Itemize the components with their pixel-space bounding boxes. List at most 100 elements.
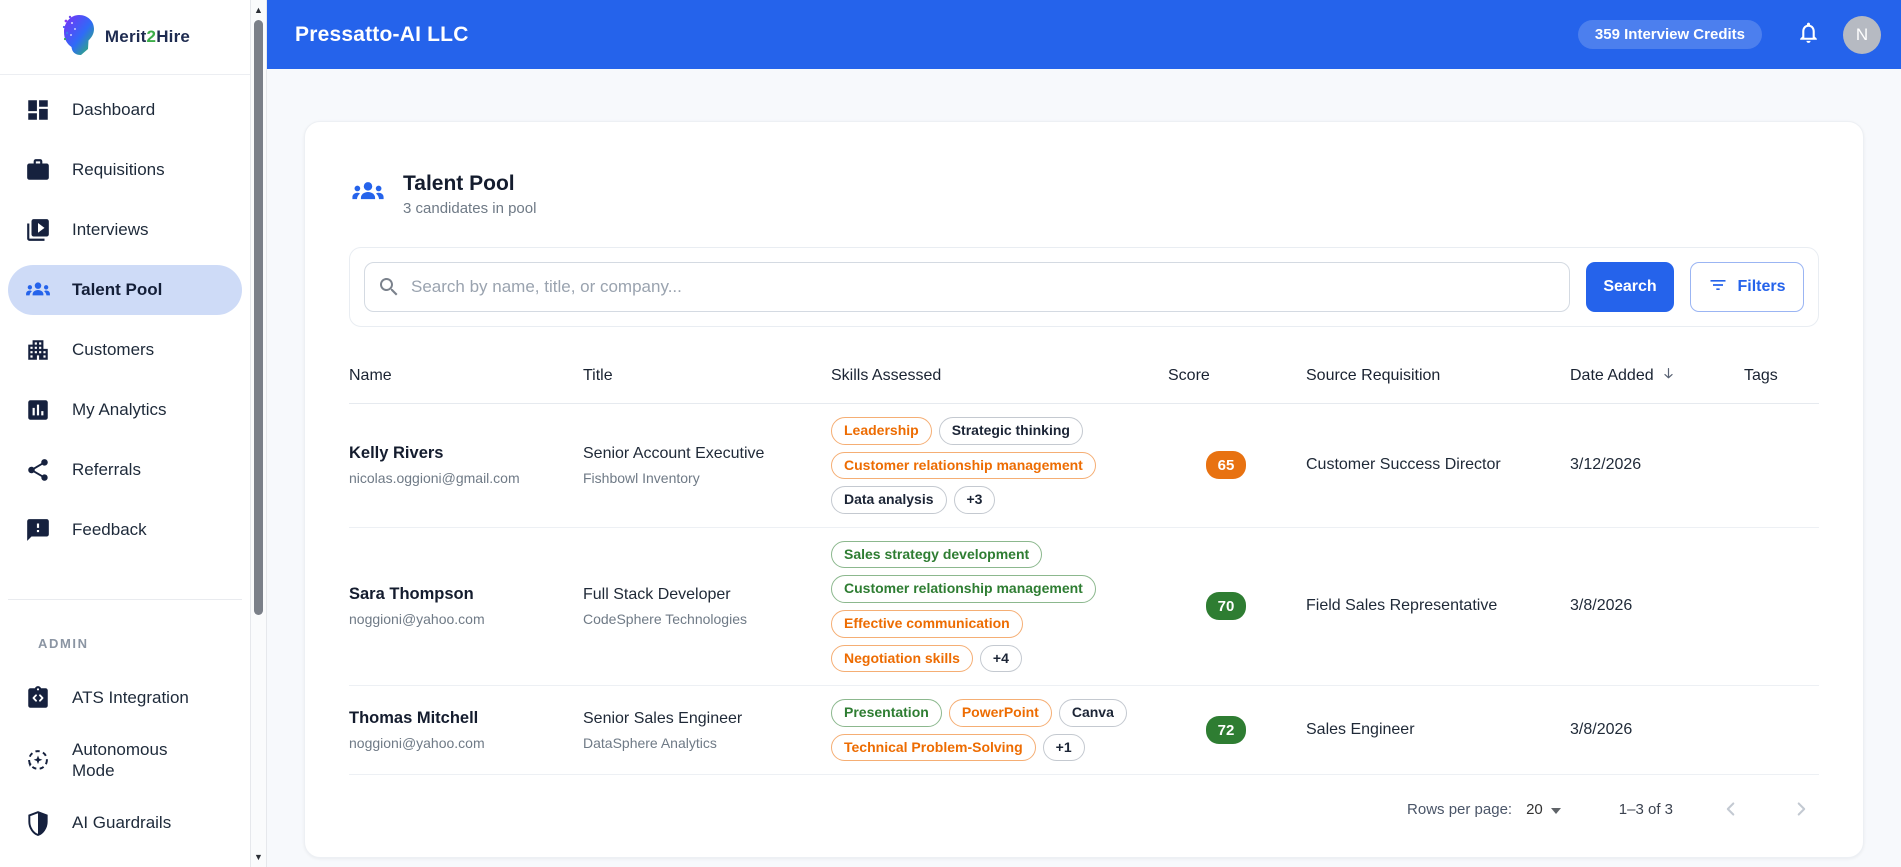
sidebar-item-ai-guardrails[interactable]: AI Guardrails bbox=[8, 798, 242, 848]
sidebar-item-label: Customers bbox=[72, 340, 155, 360]
column-header-date-added[interactable]: Date Added bbox=[1570, 365, 1744, 387]
sidebar-divider bbox=[8, 599, 242, 600]
app-window: Merit2Hire Dashboard Requisitions Interv… bbox=[0, 0, 1901, 867]
candidate-count: 3 candidates in pool bbox=[403, 200, 537, 217]
source-requisition-cell: Sales Engineer bbox=[1306, 721, 1415, 739]
dashboard-icon bbox=[24, 96, 52, 124]
skill-chip[interactable]: Sales strategy development bbox=[831, 540, 1043, 569]
skill-chip[interactable]: PowerPoint bbox=[948, 699, 1052, 727]
candidate-email: noggioni@yahoo.com bbox=[349, 611, 485, 628]
video-library-icon bbox=[24, 216, 52, 244]
table-row[interactable]: Thomas Mitchell noggioni@yahoo.com Senio… bbox=[349, 686, 1819, 776]
sort-descending-icon[interactable] bbox=[1660, 365, 1677, 387]
column-header-source[interactable]: Source Requisition bbox=[1306, 367, 1570, 385]
bell-icon bbox=[1796, 20, 1821, 50]
table-row[interactable]: Kelly Rivers nicolas.oggioni@gmail.com S… bbox=[349, 404, 1819, 528]
table-row[interactable]: Sara Thompson noggioni@yahoo.com Full St… bbox=[349, 528, 1819, 687]
previous-page-button[interactable] bbox=[1719, 797, 1743, 821]
candidate-company: Fishbowl Inventory bbox=[583, 469, 700, 486]
user-avatar[interactable]: N bbox=[1843, 15, 1881, 54]
skill-chip[interactable]: +1 bbox=[1042, 733, 1085, 762]
column-header-score[interactable]: Score bbox=[1168, 367, 1306, 385]
shield-icon bbox=[24, 809, 52, 837]
skill-chip[interactable]: Presentation bbox=[831, 699, 942, 727]
column-header-tags[interactable]: Tags bbox=[1744, 367, 1819, 385]
pagination-range: 1–3 of 3 bbox=[1618, 800, 1673, 818]
skill-chip[interactable]: Strategic thinking bbox=[938, 417, 1083, 445]
sidebar-item-referrals[interactable]: Referrals bbox=[8, 445, 242, 495]
skill-chip[interactable]: Data analysis bbox=[831, 486, 947, 514]
candidate-email: noggioni@yahoo.com bbox=[349, 735, 485, 752]
pagination: Rows per page: 20 1–3 of 3 bbox=[349, 797, 1819, 821]
candidate-name: Kelly Rivers bbox=[349, 444, 444, 463]
skill-chip[interactable]: Customer relationship management bbox=[831, 451, 1096, 480]
candidate-company: CodeSphere Technologies bbox=[583, 610, 747, 627]
sidebar-item-requisitions[interactable]: Requisitions bbox=[8, 145, 242, 195]
interview-credits-badge: 359 Interview Credits bbox=[1577, 20, 1762, 49]
scrollbar-up-arrow[interactable]: ▲ bbox=[251, 2, 266, 18]
sidebar-item-feedback[interactable]: Feedback bbox=[8, 505, 242, 555]
candidate-title: Senior Sales Engineer bbox=[583, 709, 743, 727]
search-button[interactable]: Search bbox=[1586, 262, 1674, 312]
rows-per-page-select[interactable]: 20 bbox=[1526, 801, 1561, 818]
name-cell: Thomas Mitchell noggioni@yahoo.com bbox=[349, 709, 583, 751]
skill-chip[interactable]: Technical Problem-Solving bbox=[831, 733, 1036, 762]
page-title: Talent Pool bbox=[403, 172, 515, 195]
filters-label: Filters bbox=[1737, 278, 1786, 295]
clipboard-code-icon bbox=[24, 684, 52, 712]
sidebar-item-my-analytics[interactable]: My Analytics bbox=[8, 385, 242, 435]
search-panel: Search Filters bbox=[349, 247, 1819, 327]
table-body: Kelly Rivers nicolas.oggioni@gmail.com S… bbox=[349, 404, 1819, 776]
admin-section-label: ADMIN bbox=[38, 636, 89, 651]
sidebar-item-talent-pool[interactable]: Talent Pool bbox=[8, 265, 242, 315]
score-cell: 72 bbox=[1168, 716, 1306, 745]
candidate-name: Thomas Mitchell bbox=[349, 709, 479, 728]
sidebar-item-ats-integration[interactable]: ATS Integration bbox=[8, 673, 242, 723]
people-group-icon bbox=[24, 276, 52, 304]
table-header-row: Name Title Skills Assessed Score Source … bbox=[349, 355, 1819, 404]
skill-chip[interactable]: Customer relationship management bbox=[831, 575, 1096, 603]
topbar: Pressatto-AI LLC 359 Interview Credits N bbox=[267, 0, 1901, 69]
sidebar-item-label: AI Guardrails bbox=[72, 812, 172, 832]
notifications-button[interactable] bbox=[1795, 22, 1821, 48]
sidebar-item-interviews[interactable]: Interviews bbox=[8, 205, 242, 255]
column-header-title[interactable]: Title bbox=[583, 367, 831, 385]
candidates-table: Name Title Skills Assessed Score Source … bbox=[349, 355, 1819, 776]
skill-chip[interactable]: Canva bbox=[1058, 699, 1127, 727]
skill-chip[interactable]: Negotiation skills bbox=[831, 644, 973, 673]
app-logo[interactable]: Merit2Hire bbox=[0, 0, 250, 75]
source-requisition-cell: Field Sales Representative bbox=[1306, 597, 1498, 615]
sidebar-item-dashboard[interactable]: Dashboard bbox=[8, 85, 242, 135]
share-icon bbox=[24, 456, 52, 484]
next-page-button[interactable] bbox=[1789, 797, 1813, 821]
date-added-label: Date Added bbox=[1570, 367, 1654, 384]
candidate-name: Sara Thompson bbox=[349, 585, 474, 604]
skill-chip[interactable]: Effective communication bbox=[831, 609, 1023, 638]
skill-chip[interactable]: +4 bbox=[979, 644, 1022, 673]
sidebar-item-autonomous-mode[interactable]: Autonomous Mode bbox=[8, 733, 242, 788]
sidebar: Merit2Hire Dashboard Requisitions Interv… bbox=[0, 0, 250, 867]
date-added-cell: 3/8/2026 bbox=[1570, 597, 1633, 615]
name-cell: Kelly Rivers nicolas.oggioni@gmail.com bbox=[349, 444, 583, 486]
column-header-skills[interactable]: Skills Assessed bbox=[831, 367, 1168, 385]
bar-chart-icon bbox=[24, 396, 52, 424]
score-cell: 65 bbox=[1168, 451, 1306, 480]
column-header-name[interactable]: Name bbox=[349, 367, 583, 385]
people-group-icon bbox=[349, 175, 387, 214]
skill-chip[interactable]: +3 bbox=[953, 486, 996, 514]
sidebar-item-label: ATS Integration bbox=[72, 688, 189, 708]
scrollbar-thumb[interactable] bbox=[254, 20, 263, 615]
merit2hire-logo-icon bbox=[60, 13, 98, 62]
candidate-company: DataSphere Analytics bbox=[583, 734, 717, 751]
sidebar-item-customers[interactable]: Customers bbox=[8, 325, 242, 375]
sidebar-scrollbar[interactable]: ▲ ▼ bbox=[250, 0, 267, 867]
scrollbar-down-arrow[interactable]: ▼ bbox=[251, 849, 266, 865]
date-added-cell: 3/12/2026 bbox=[1570, 456, 1642, 474]
skill-chip[interactable]: Leadership bbox=[831, 417, 932, 445]
building-icon bbox=[24, 336, 52, 364]
sidebar-item-label: Interviews bbox=[72, 220, 149, 240]
filters-button[interactable]: Filters bbox=[1690, 262, 1804, 312]
sidebar-item-label: Feedback bbox=[72, 520, 147, 540]
search-icon bbox=[377, 275, 401, 304]
search-input[interactable] bbox=[364, 262, 1570, 312]
